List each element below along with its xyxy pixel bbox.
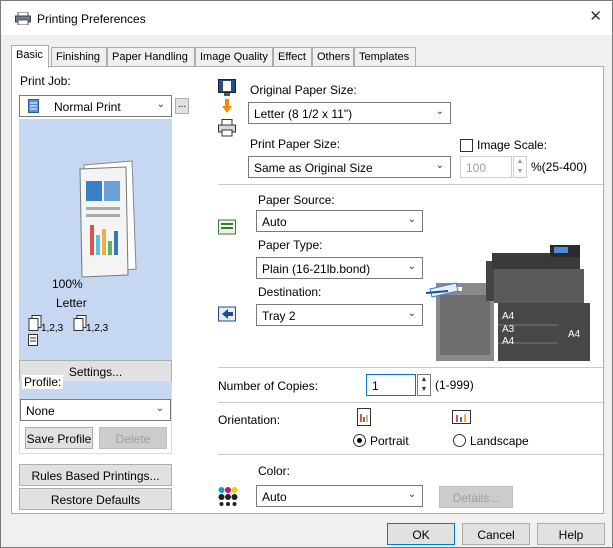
chevron-down-icon: ⌄ [407,489,416,500]
paper-source-select[interactable]: Auto ⌄ [256,210,423,232]
color-details-button[interactable]: Details... [439,486,513,508]
landscape-radio[interactable] [453,434,466,447]
copies-label: Number of Copies: [218,379,319,393]
ok-button[interactable]: OK [387,523,455,545]
print-paper-size-label: Print Paper Size: [250,137,341,151]
chevron-down-icon: ⌄ [435,106,444,117]
print-paper-size-select[interactable]: Same as Original Size ⌄ [248,156,451,178]
image-scale-value: 100 [466,161,487,175]
divider [218,367,605,368]
tray-label-1: A4 [502,311,515,322]
chevron-down-icon: ⌄ [407,308,416,319]
original-paper-size-label: Original Paper Size: [250,83,357,97]
color-label: Color: [258,464,291,478]
monitor-document-icon [218,79,236,96]
tab-paper-handling[interactable]: Paper Handling [107,47,195,67]
preview-paper-size: Letter [56,296,87,310]
preview-zoom: 100% [52,277,83,291]
preview-nup-1: 1,2,3 [41,323,64,334]
tab-effect[interactable]: Effect [273,47,312,67]
paper-type-label: Paper Type: [258,238,323,252]
copies-value: 1 [372,379,379,393]
stack-icon [28,315,42,331]
close-button[interactable]: ✕ [589,7,602,25]
restore-defaults-button[interactable]: Restore Defaults [19,488,172,510]
portrait-icon [357,408,371,426]
printing-preferences-window: Printing Preferences ✕ Basic Finishing P… [0,0,613,548]
paper-type-select[interactable]: Plain (16-21lb.bond) ⌄ [256,257,423,279]
profile-select[interactable]: None ⌄ [20,399,171,421]
image-scale-label: Image Scale: [477,138,548,152]
orientation-label: Orientation: [218,413,281,427]
tray-label-3: A4 [502,336,515,347]
chevron-down-icon: ⌄ [407,214,416,225]
chevron-down-icon: ⌄ [407,261,416,272]
cancel-button[interactable]: Cancel [462,523,530,545]
stack-icon [73,315,87,331]
document-icon [28,99,39,113]
destination-select[interactable]: Tray 2 ⌄ [256,304,423,326]
paper-source-label: Paper Source: [258,193,335,207]
tab-image-quality[interactable]: Image Quality [195,47,273,67]
copies-range: (1-999) [435,378,474,392]
color-value: Auto [262,490,287,504]
portrait-label: Portrait [370,434,409,448]
image-scale-spinner[interactable]: ▲ ▼ [513,156,527,178]
window-title: Printing Preferences [37,12,146,26]
divider [218,454,605,455]
tab-others[interactable]: Others [312,47,354,67]
portrait-radio[interactable] [353,434,366,447]
basic-panel: Print Job: Normal Print ⌄ ... 100% Lette… [11,66,605,514]
chevron-down-icon: ⌄ [156,99,165,110]
image-scale-checkbox[interactable] [460,139,473,152]
copies-spinner[interactable]: ▲ ▼ [417,374,431,396]
print-job-more-button[interactable]: ... [175,98,189,114]
paper-type-value: Plain (16-21lb.bond) [262,262,371,276]
divider [218,184,605,185]
tray-label-lct: A4 [568,329,581,340]
print-paper-size-value: Same as Original Size [254,161,373,175]
paper-source-value: Auto [262,215,287,229]
chevron-down-icon: ⌄ [435,160,444,171]
copies-input[interactable]: 1 [366,374,416,396]
tab-basic[interactable]: Basic [11,45,49,68]
output-tray-icon [218,306,236,322]
print-job-value: Normal Print [54,100,121,114]
print-job-label: Print Job: [20,74,71,88]
arrow-down-icon [222,99,232,113]
page-icon [28,334,38,346]
landscape-label: Landscape [470,434,529,448]
title-bar: Printing Preferences ✕ [1,1,612,35]
document-preview-icon [79,160,137,278]
tray-label-2: A3 [502,324,515,335]
profile-value: None [26,404,55,418]
print-job-select[interactable]: Normal Print ⌄ [19,95,172,117]
destination-value: Tray 2 [262,309,296,323]
image-scale-range: %(25-400) [531,160,588,174]
paper-tray-icon [218,219,236,235]
profile-group: Profile: None ⌄ Save Profile Delete [19,375,172,454]
printer-output-icon [218,119,236,137]
help-button[interactable]: Help [537,523,605,545]
preview-nup-2: 1,2,3 [86,323,109,334]
divider [218,402,605,403]
original-paper-size-value: Letter (8 1/2 x 11") [254,107,353,121]
landscape-icon [452,410,471,424]
original-paper-size-select[interactable]: Letter (8 1/2 x 11") ⌄ [248,102,451,124]
printer-illustration [426,245,590,361]
save-profile-button[interactable]: Save Profile [25,427,93,449]
profile-label: Profile: [22,375,64,389]
image-scale-input[interactable]: 100 [460,156,512,178]
chevron-down-icon: ⌄ [155,403,164,414]
delete-profile-button[interactable]: Delete [99,427,167,449]
tab-finishing[interactable]: Finishing [51,47,107,67]
printer-icon [15,12,31,25]
color-select[interactable]: Auto ⌄ [256,485,423,507]
color-dots-icon [218,487,238,506]
rules-based-printings-button[interactable]: Rules Based Printings... [19,464,172,486]
tab-templates[interactable]: Templates [354,47,416,67]
destination-label: Destination: [258,285,322,299]
